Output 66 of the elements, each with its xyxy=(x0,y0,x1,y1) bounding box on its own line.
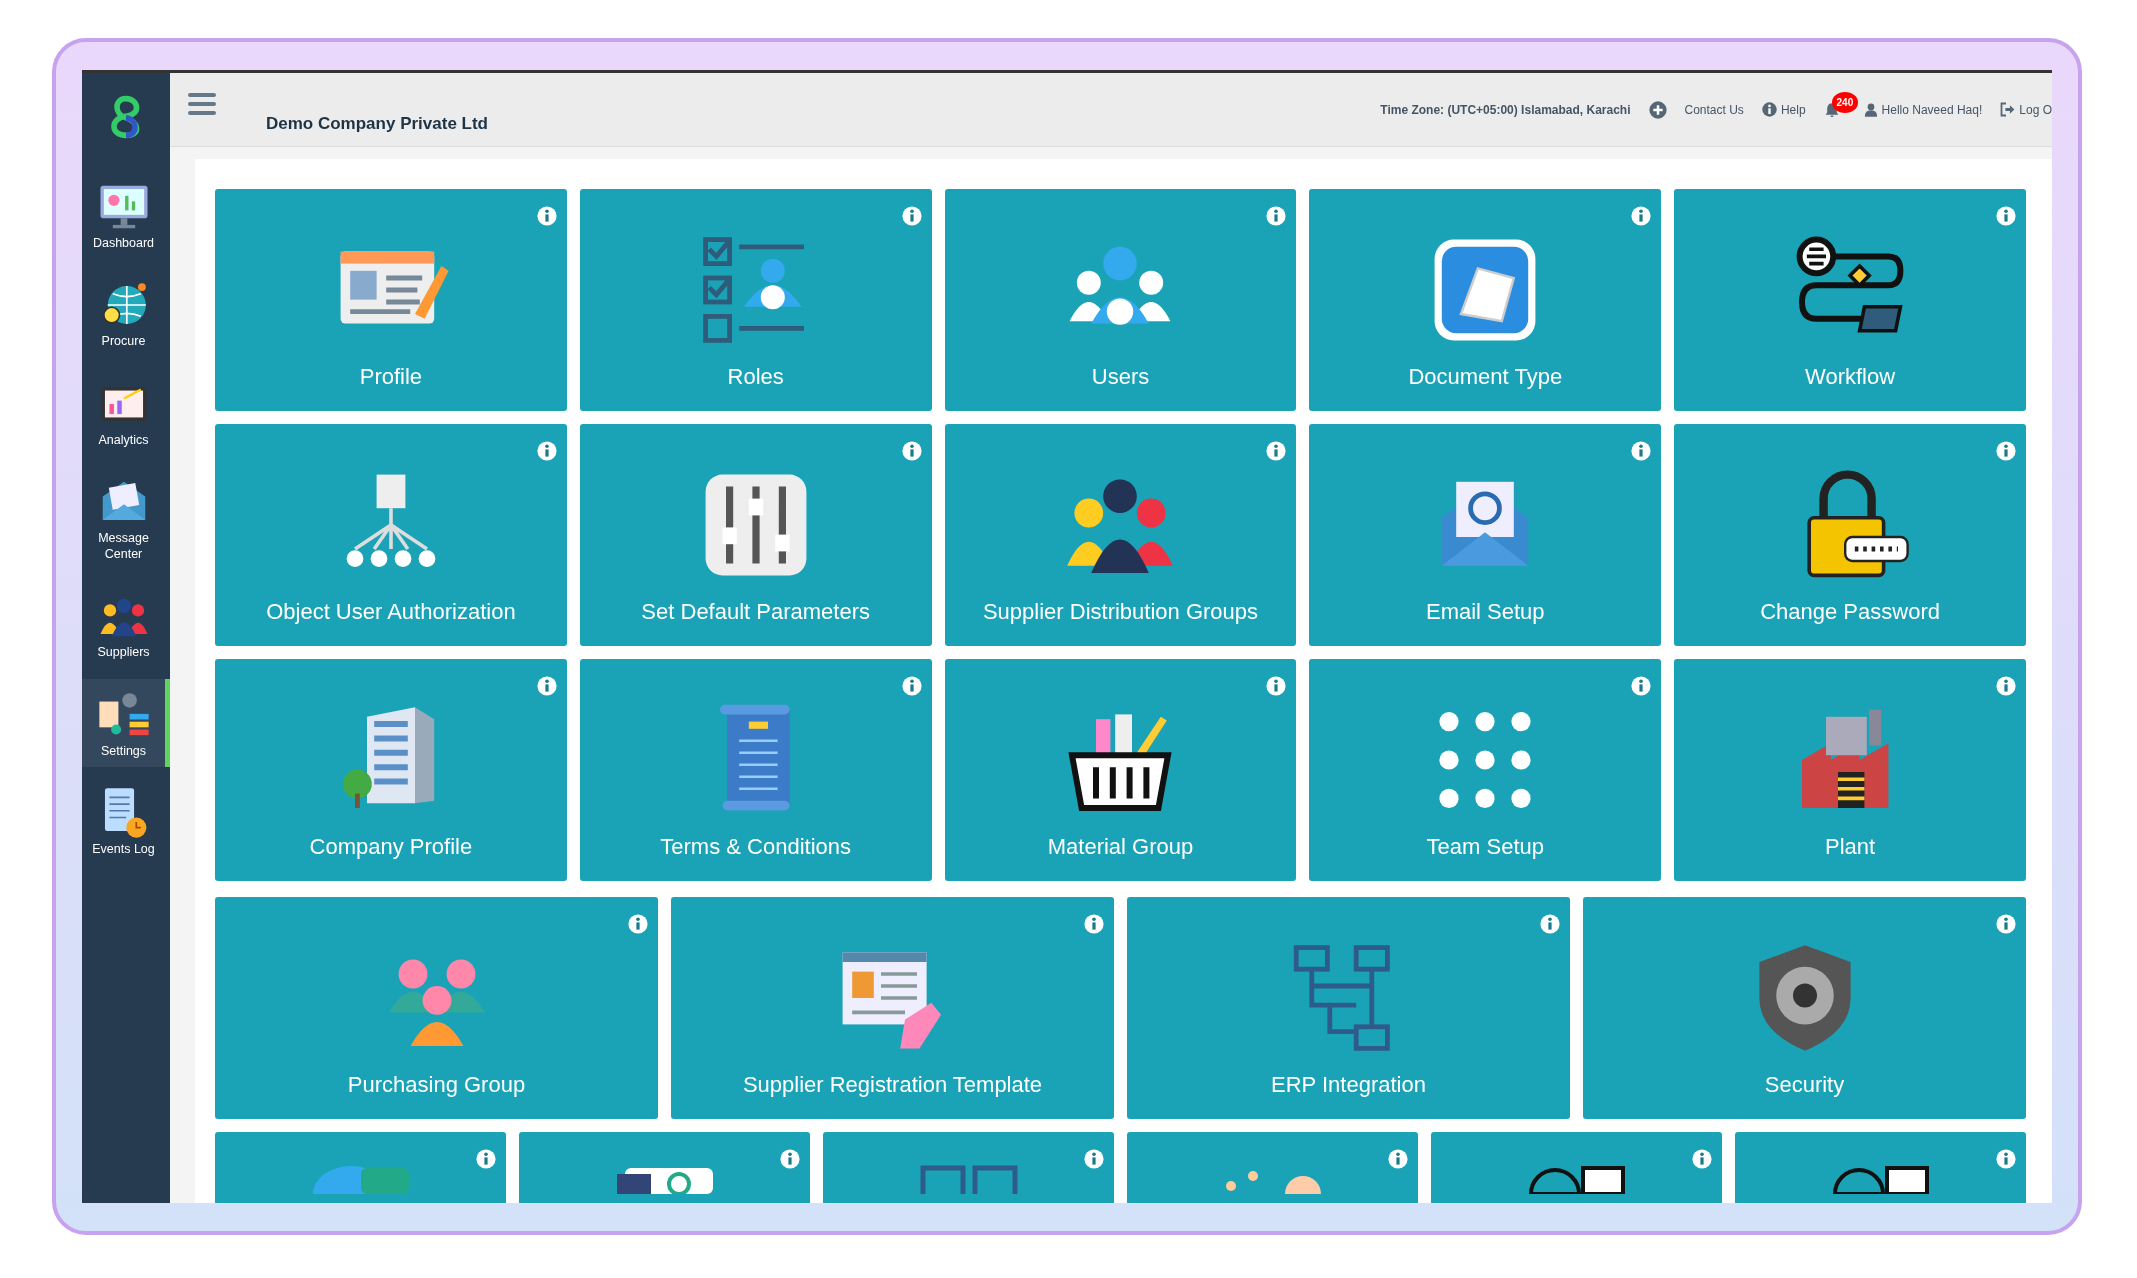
info-icon xyxy=(1996,676,2016,697)
info-icon xyxy=(536,676,557,697)
info-icon xyxy=(476,1149,496,1170)
sidebar-item[interactable]: Suppliers xyxy=(82,580,170,669)
sidebar-item[interactable]: Message Center xyxy=(82,465,170,571)
info-icon xyxy=(1761,102,1777,117)
time-zone: Time Zone: (UTC+05:00) Islamabad, Karachi xyxy=(1380,101,1631,119)
settings-tile[interactable]: Workflow xyxy=(1674,189,2026,411)
info-icon xyxy=(536,206,557,227)
settings-tile[interactable]: Users xyxy=(944,189,1297,411)
notification-badge: 240 xyxy=(1831,91,1859,113)
logout-icon xyxy=(2000,102,2016,117)
info-icon xyxy=(1631,441,1652,462)
company-name: Demo Company Private Ltd xyxy=(266,112,488,135)
sidebar-item[interactable]: Dashboard xyxy=(82,171,170,260)
settings-tile[interactable]: Set Default Parameters xyxy=(579,424,932,646)
menu-icon[interactable] xyxy=(188,93,216,115)
settings-tile[interactable]: Supplier Distribution Groups xyxy=(944,424,1297,646)
globe-checklist-icon xyxy=(1526,1164,1627,1194)
settings-tile[interactable]: ERP Integration xyxy=(1127,897,1570,1119)
settings-tile[interactable]: Email Setup xyxy=(1309,424,1662,646)
contact-us-link[interactable]: Contact Us xyxy=(1684,100,1744,119)
settings-tile[interactable]: Profile xyxy=(215,189,567,411)
info-icon xyxy=(1266,206,1287,227)
settings-tile[interactable]: Object User Authorization xyxy=(215,424,567,646)
logout-link[interactable]: Log O xyxy=(2000,100,2052,119)
info-icon xyxy=(1540,914,1560,935)
info-icon xyxy=(536,441,557,462)
settings-tile[interactable]: Purchasing Group xyxy=(215,897,658,1119)
user-greeting: Hello Naveed Haq! xyxy=(1881,101,1983,119)
info-icon xyxy=(628,914,648,935)
info-icon xyxy=(1996,206,2016,227)
info-icon xyxy=(1388,1149,1408,1170)
info-icon xyxy=(1996,441,2016,462)
info-icon xyxy=(1266,441,1287,462)
sidebar-item[interactable]: Events Log xyxy=(82,776,170,865)
info-icon xyxy=(901,676,922,697)
info-icon xyxy=(1996,914,2016,935)
sidebar-item[interactable]: Procure xyxy=(82,269,170,358)
info-icon xyxy=(1631,676,1652,697)
sidebar-item[interactable]: Analytics xyxy=(82,367,170,456)
settings-tile[interactable]: Team Setup xyxy=(1309,659,1662,881)
info-icon xyxy=(901,441,922,462)
info-icon xyxy=(901,206,922,227)
globe-checklist-icon xyxy=(1830,1164,1931,1194)
info-icon xyxy=(1084,914,1104,935)
settings-tile[interactable]: Roles xyxy=(579,189,932,411)
settings-tile[interactable]: Change Password xyxy=(1674,424,2026,646)
settings-tile[interactable]: Document Type xyxy=(1309,189,1662,411)
info-icon xyxy=(1631,206,1652,227)
info-icon xyxy=(1996,1149,2016,1170)
info-icon xyxy=(1692,1149,1712,1170)
info-icon xyxy=(1266,676,1287,697)
help-link[interactable]: Help xyxy=(1761,100,1806,119)
settings-tile[interactable]: Security xyxy=(1583,897,2026,1119)
plus-icon xyxy=(1648,100,1667,119)
blocks-icon xyxy=(918,1164,1019,1194)
info-icon xyxy=(1084,1149,1104,1170)
settings-tile[interactable]: Company Profile xyxy=(215,659,567,881)
settings-tile[interactable]: Plant xyxy=(1674,659,2026,881)
info-icon xyxy=(780,1149,800,1170)
settings-tile[interactable]: Material Group xyxy=(944,659,1297,881)
settings-tile[interactable]: Terms & Conditions xyxy=(579,659,932,881)
sidebar-item[interactable]: Settings xyxy=(82,678,170,767)
user-icon xyxy=(1863,102,1878,117)
settings-tile[interactable]: Supplier Registration Template xyxy=(671,897,1114,1119)
